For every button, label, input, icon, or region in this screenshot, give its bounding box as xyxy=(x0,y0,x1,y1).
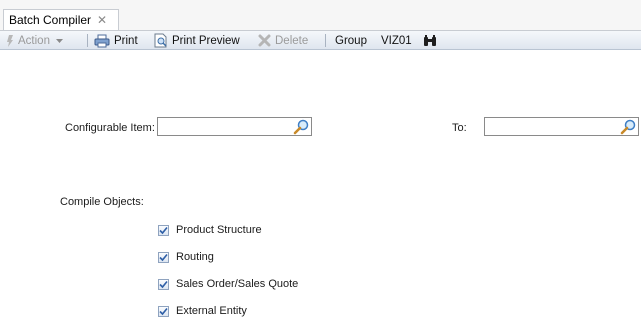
group-value[interactable]: VIZ01 xyxy=(381,31,412,50)
checkbox-label: Sales Order/Sales Quote xyxy=(176,278,299,290)
delete-label: Delete xyxy=(275,34,309,47)
checkmark-icon xyxy=(159,280,168,288)
toolbar-separator xyxy=(325,34,326,47)
configurable-item-field[interactable] xyxy=(157,117,312,136)
checkbox-label: Routing xyxy=(176,251,214,263)
dropdown-arrow-icon[interactable] xyxy=(55,38,64,44)
toolbar: Action Print Print Preview Delete Group … xyxy=(0,30,641,50)
toolbar-separator xyxy=(87,34,88,47)
action-button[interactable]: Action xyxy=(6,31,64,50)
checkmark-icon xyxy=(159,253,168,261)
action-icon xyxy=(7,34,13,47)
configurable-item-label: Configurable Item: xyxy=(65,122,155,134)
delete-button[interactable]: Delete xyxy=(258,31,308,50)
checkmark-icon xyxy=(159,226,168,234)
tab-title: Batch Compiler xyxy=(9,13,92,27)
group-label: Group xyxy=(335,34,367,47)
print-preview-icon xyxy=(154,33,167,48)
checkbox[interactable] xyxy=(158,278,169,290)
to-field[interactable] xyxy=(484,117,639,136)
compile-objects-label: Compile Objects: xyxy=(60,196,144,208)
action-label: Action xyxy=(18,34,50,47)
checkbox-routing[interactable]: Routing xyxy=(158,250,214,264)
print-preview-label: Print Preview xyxy=(172,34,240,47)
checkbox[interactable] xyxy=(158,224,169,236)
configurable-item-input[interactable] xyxy=(159,119,294,134)
checkbox[interactable] xyxy=(158,251,169,263)
tab-strip: Batch Compiler ✕ xyxy=(0,0,641,30)
printer-icon xyxy=(94,34,110,47)
magnifier-icon[interactable] xyxy=(620,119,636,135)
to-label: To: xyxy=(452,122,467,134)
checkbox-product-structure[interactable]: Product Structure xyxy=(158,223,262,237)
checkbox-sales-order-sales-quote[interactable]: Sales Order/Sales Quote xyxy=(158,277,298,291)
checkbox-label: Product Structure xyxy=(176,224,262,236)
checkmark-icon xyxy=(159,307,168,315)
checkbox-label: External Entity xyxy=(176,305,247,317)
tab-batch-compiler[interactable]: Batch Compiler ✕ xyxy=(3,9,119,30)
print-label: Print xyxy=(114,34,138,47)
group-lookup-button[interactable] xyxy=(423,31,437,50)
print-preview-button[interactable]: Print Preview xyxy=(154,31,240,50)
close-icon[interactable]: ✕ xyxy=(97,13,107,27)
print-button[interactable]: Print xyxy=(94,31,138,50)
to-input[interactable] xyxy=(486,119,621,134)
checkbox-external-entity[interactable]: External Entity xyxy=(158,304,247,318)
binoculars-icon xyxy=(424,34,436,46)
delete-icon xyxy=(258,34,271,47)
magnifier-icon[interactable] xyxy=(293,119,309,135)
checkbox[interactable] xyxy=(158,305,169,317)
